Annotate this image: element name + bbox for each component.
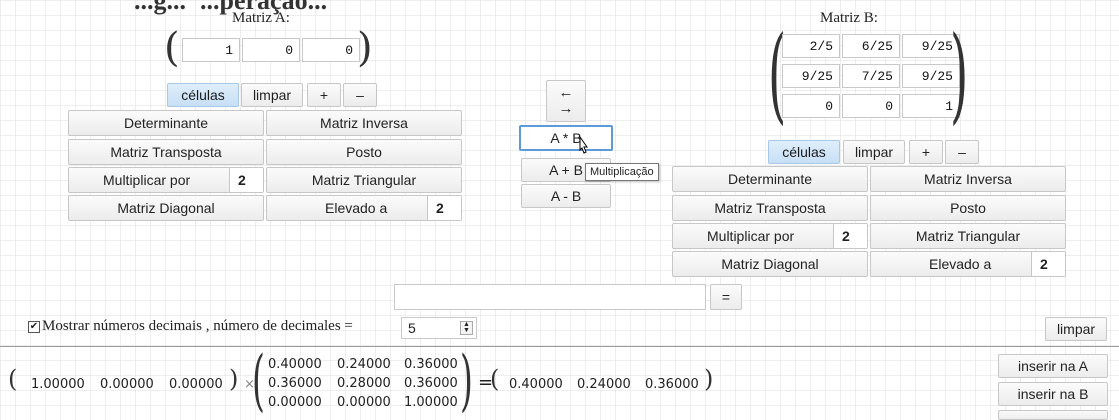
subtract-a-b-button[interactable]: A - B	[521, 184, 611, 208]
multiply-a-b-button[interactable]: A * B	[519, 125, 613, 151]
evaluate-button[interactable]: =	[710, 284, 742, 310]
matrix-a-right-paren: )	[357, 25, 373, 71]
result-matrix-right-paren: )	[460, 342, 473, 419]
matrix-b-editor: ( 2/5 6/25 9/25 9/25 7/25 9/25 0 0 1 )	[768, 22, 968, 132]
page-heading: ...g... ...peração...	[120, 0, 327, 16]
arrow-left-icon: ←	[558, 84, 574, 101]
result-divider	[0, 346, 1119, 347]
result-matrix-cell: 0.00000	[268, 395, 322, 410]
multiply-tooltip: Multiplicação	[585, 163, 659, 181]
decimals-spinner[interactable]: 5 ▲ ▼	[401, 317, 477, 339]
result-row-left-paren: (	[490, 365, 500, 393]
matrix-a-determinant-button[interactable]: Determinante	[68, 110, 264, 136]
matrix-b-cell[interactable]: 9/25	[782, 64, 840, 88]
matrix-a-editor: ( 1 0 0 )	[164, 25, 373, 71]
matrix-b-remove-button[interactable]: –	[945, 140, 979, 164]
swap-matrices-button[interactable]: ← →	[546, 80, 586, 122]
result-left-value: 1.00000	[31, 377, 85, 392]
matrix-b-rank-button[interactable]: Posto	[870, 195, 1066, 221]
result-left-paren: (	[8, 365, 18, 393]
matrix-a-cells-button[interactable]: células	[167, 83, 239, 107]
result-row-value: 0.40000	[509, 377, 563, 392]
show-decimals-checkbox[interactable]: ✔	[28, 320, 40, 333]
matrix-b-triangular-button[interactable]: Matriz Triangular	[870, 223, 1066, 249]
matrix-b-power-value[interactable]: 2	[1031, 252, 1065, 276]
matrix-b-multiply-by-label: Multiplicar por	[707, 228, 795, 244]
matrix-b-cell[interactable]: 0	[842, 94, 900, 118]
matrix-a-inverse-button[interactable]: Matriz Inversa	[266, 110, 462, 136]
matrix-a-cell[interactable]: 0	[302, 38, 360, 62]
result-row-right-paren: )	[704, 365, 714, 393]
result-matrix-cell: 0.36000	[404, 376, 458, 391]
matrix-b-cell[interactable]: 6/25	[842, 34, 900, 58]
matrix-b-power-label: Elevado a	[929, 256, 992, 272]
expression-input[interactable]	[394, 284, 706, 310]
decimals-value: 5	[408, 320, 416, 336]
insert-into-b-button[interactable]: inserir na B	[998, 382, 1108, 406]
clear-result-button[interactable]: limpar	[1045, 317, 1107, 341]
matrix-a-rank-button[interactable]: Posto	[266, 139, 462, 165]
matrix-a-power-label: Elevado a	[325, 200, 388, 216]
matrix-b-cell[interactable]: 2/5	[782, 34, 840, 58]
result-matrix-cell: 0.36000	[404, 357, 458, 372]
matrix-b-power-button[interactable]: Elevado a 2	[870, 251, 1066, 277]
result-left-value: 0.00000	[100, 377, 154, 392]
result-matrix-left-paren: (	[252, 342, 265, 419]
matrix-b-add-button[interactable]: +	[909, 140, 943, 164]
arrow-right-icon: →	[558, 100, 574, 117]
matrix-b-inverse-button[interactable]: Matriz Inversa	[870, 166, 1066, 192]
matrix-b-multiply-value[interactable]: 2	[833, 224, 867, 248]
result-left-value: 0.00000	[169, 377, 223, 392]
matrix-b-transpose-button[interactable]: Matriz Transposta	[672, 195, 868, 221]
result-matrix-cell: 0.36000	[268, 376, 322, 391]
result-left-close-paren: )	[229, 365, 239, 393]
result-matrix-cell: 0.24000	[337, 357, 391, 372]
result-extra-button[interactable]	[998, 410, 1108, 420]
matrix-a-add-button[interactable]: +	[307, 83, 341, 107]
insert-into-a-button[interactable]: inserir na A	[998, 354, 1108, 378]
matrix-a-remove-button[interactable]: –	[343, 83, 377, 107]
matrix-b-right-paren: )	[950, 13, 969, 135]
result-row-value: 0.24000	[577, 377, 631, 392]
matrix-b-cell[interactable]: 0	[782, 94, 840, 118]
heading-fragment-a: ...g...	[134, 0, 186, 15]
matrix-a-multiply-value[interactable]: 2	[229, 168, 263, 192]
result-matrix-cell: 0.00000	[337, 395, 391, 410]
result-matrix-cell: 0.28000	[337, 376, 391, 391]
result-row-value: 0.36000	[645, 377, 699, 392]
matrix-a-power-value[interactable]: 2	[427, 196, 461, 220]
matrix-a-transpose-button[interactable]: Matriz Transposta	[68, 139, 264, 165]
matrix-b-label: Matriz B:	[820, 10, 878, 26]
mouse-cursor-icon	[579, 136, 588, 154]
decimals-options: ✔ Mostrar números decimais , número de d…	[28, 318, 353, 335]
matrix-b-cell[interactable]: 7/25	[842, 64, 900, 88]
matrix-b-multiply-by-button[interactable]: Multiplicar por 2	[672, 223, 868, 249]
matrix-a-power-button[interactable]: Elevado a 2	[266, 195, 462, 221]
matrix-a-diagonal-button[interactable]: Matriz Diagonal	[68, 195, 264, 221]
spinner-arrows-icon[interactable]: ▲ ▼	[460, 321, 473, 335]
matrix-a-multiply-by-button[interactable]: Multiplicar por 2	[68, 167, 264, 193]
matrix-a-cell[interactable]: 0	[242, 38, 300, 62]
matrix-a-clear-button[interactable]: limpar	[241, 83, 303, 107]
matrix-a-label: Matriz A:	[232, 10, 290, 26]
matrix-b-diagonal-button[interactable]: Matriz Diagonal	[672, 251, 868, 277]
matrix-b-cells-button[interactable]: células	[768, 140, 840, 164]
matrix-a-multiply-by-label: Multiplicar por	[103, 172, 191, 188]
matrix-b-determinant-button[interactable]: Determinante	[672, 166, 868, 192]
matrix-a-cell[interactable]: 1	[182, 38, 240, 62]
show-decimals-label: Mostrar números decimais , número de dec…	[42, 318, 353, 334]
result-matrix-cell: 0.40000	[268, 357, 322, 372]
result-matrix-cell: 1.00000	[404, 395, 458, 410]
matrix-a-left-paren: (	[164, 25, 180, 71]
matrix-b-clear-button[interactable]: limpar	[843, 140, 905, 164]
matrix-a-triangular-button[interactable]: Matriz Triangular	[266, 167, 462, 193]
